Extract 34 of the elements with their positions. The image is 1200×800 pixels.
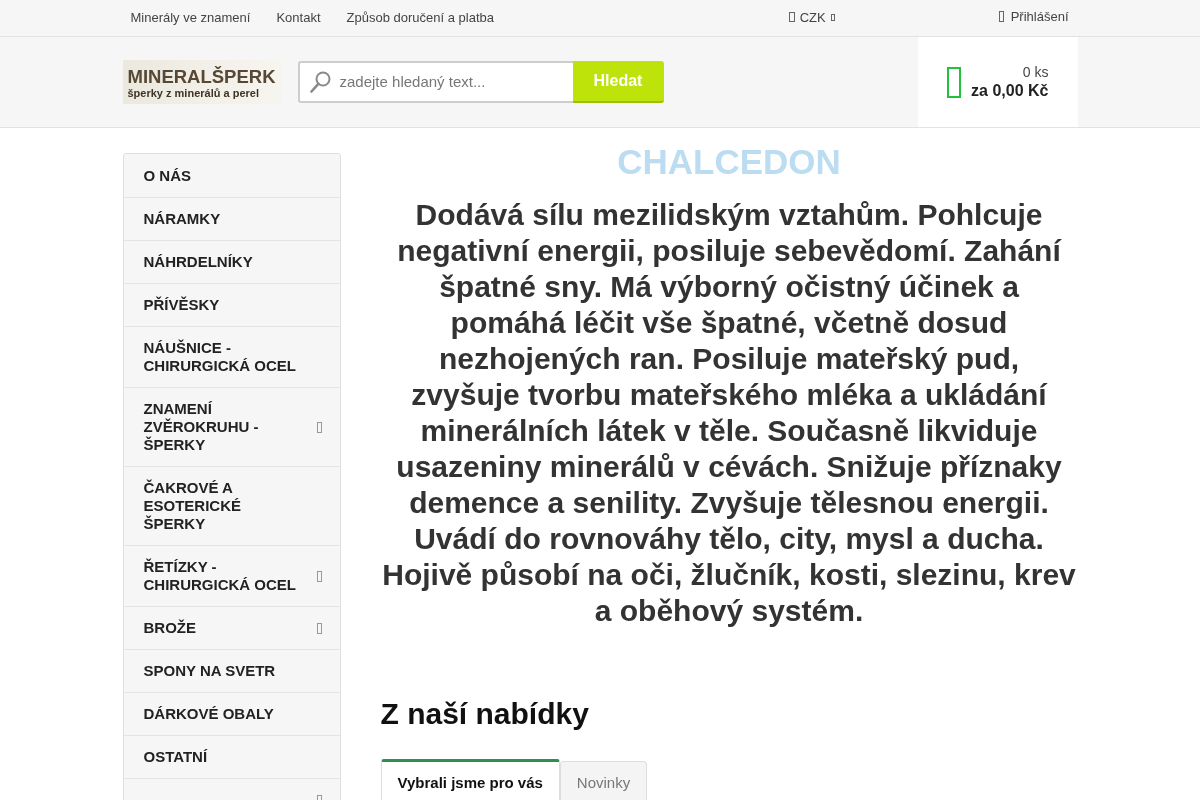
logo[interactable]: MINERALŠPERK šperky z minerálů a perel xyxy=(122,59,282,104)
login-link[interactable]: Přihlášení xyxy=(998,8,1069,24)
logo-title: MINERALŠPERK xyxy=(127,66,277,87)
missing-glyph-icon xyxy=(946,66,961,98)
top-nav-link[interactable]: Kontakt xyxy=(276,9,321,25)
missing-glyph-icon xyxy=(830,13,835,21)
missing-glyph-icon xyxy=(788,12,795,22)
cart-summary[interactable]: 0 ks za 0,00 Kč xyxy=(917,37,1078,127)
sidebar-item[interactable]: SPONY NA SVETR xyxy=(123,649,340,692)
currency-selector[interactable]: CZK xyxy=(788,9,835,25)
sidebar-item[interactable]: NÁRAMKY xyxy=(123,197,340,240)
tab[interactable]: Novinky xyxy=(559,761,648,800)
search-field[interactable]: zadejte hledaný text... xyxy=(297,60,573,103)
logo-tagline: šperky z minerálů a perel xyxy=(127,86,260,100)
sidebar-item[interactable]: ŘETÍZKY - CHIRURGICKÁ OCEL xyxy=(123,545,340,606)
article-text: Dodává sílu mezilidským vztahům. Pohlcuje negativní energii, posiluje sebevědomí. Zahání špatné sny. Má výborný očistný účinek a pomáhá léčit vše špatné, včetně dosud nezhojených ran. Posiluje mateřský pud, zvyšuje tvorbu mateřského mléka a ukládání minerálních látek v těle. Současně likviduje usazeniny minerálů v cévách. Snižuje příznaky demence a senility. Zvyšuje tělesnou energii. Uvádí do rovnováhy tělo, city, mysl a ducha. Hojivě působí na oči, žlučník, kosti, slezinu, krev a oběhový systém. xyxy=(381,197,1077,629)
sidebar-item[interactable]: OSTATNÍ xyxy=(123,735,340,778)
sidebar-item[interactable]: ZNAMENÍ ZVĚROKRUHU - ŠPERKY xyxy=(123,387,340,466)
missing-glyph-icon xyxy=(998,10,1004,22)
article-title: CHALCEDON xyxy=(616,143,842,181)
sidebar-item[interactable]: ČAKROVÉ A ESOTERICKÉ ŠPERKY xyxy=(123,466,340,545)
sidebar-item[interactable]: PŘÍVĚSKY xyxy=(123,283,340,326)
cart-count: 0 ks xyxy=(1022,64,1049,81)
cart-total: za 0,00 Kč xyxy=(971,81,1049,100)
sidebar-item[interactable]: NÁUŠNICE - CHIRURGICKÁ OCEL xyxy=(123,326,340,387)
sidebar-item[interactable]: O NÁS xyxy=(123,154,340,197)
sidebar-item[interactable]: DÁRKOVÉ OBALY xyxy=(123,692,340,735)
tab[interactable]: Vybrali jsme pro vás xyxy=(380,759,560,800)
sidebar-item[interactable]: BROŽE xyxy=(123,606,340,649)
sidebar-item[interactable]: NÁHRDELNÍKY xyxy=(123,240,340,283)
top-nav-link[interactable]: Způsob doručení a platba xyxy=(346,9,494,25)
top-nav-link[interactable]: Minerály ve znamení xyxy=(130,9,251,25)
search-icon xyxy=(309,70,331,93)
section-heading: Z naší nabídky xyxy=(380,696,590,732)
